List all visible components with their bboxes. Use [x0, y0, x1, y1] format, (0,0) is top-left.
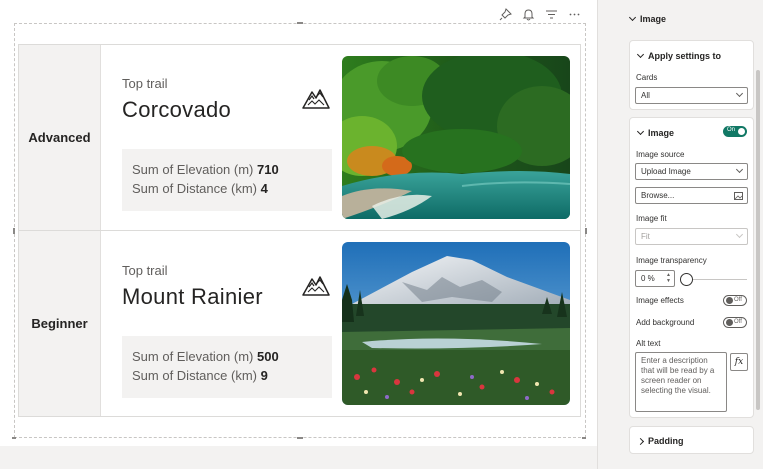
padding-card: Padding [629, 426, 754, 454]
resize-handle-top[interactable] [297, 22, 303, 24]
visual-header [499, 8, 581, 21]
format-pane: Image Apply settings to Cards All Image … [622, 0, 763, 469]
cards-dropdown[interactable]: All [635, 87, 748, 104]
image-source-dropdown[interactable]: Upload Image [635, 163, 748, 180]
metrics-box: Sum of Elevation (m) 500 Sum of Distance… [122, 336, 332, 398]
resize-handle-corner[interactable] [12, 437, 16, 439]
metrics-box: Sum of Elevation (m) 710 Sum of Distance… [122, 149, 332, 211]
metric-elevation: Sum of Elevation (m) 710 [132, 162, 279, 177]
chevron-down-icon [636, 50, 645, 59]
browse-button[interactable]: Browse... [635, 187, 748, 204]
image-section-header[interactable]: Image [628, 13, 666, 24]
cards-label: Cards [636, 73, 658, 82]
card-row[interactable]: Advanced Top trail Corcovado Sum of Elev… [18, 44, 581, 231]
metric-distance: Sum of Distance (km) 9 [132, 368, 268, 383]
resize-handle-corner[interactable] [582, 437, 586, 439]
image-source-label: Image source [636, 150, 685, 159]
chevron-down-icon [636, 127, 645, 136]
image-settings-card: Image On Image source Upload Image Brows… [629, 117, 754, 418]
resize-handle-right[interactable] [585, 228, 587, 234]
add-background-toggle[interactable]: Off [723, 317, 747, 328]
pane-scrollbar[interactable] [756, 70, 760, 410]
trail-image [342, 242, 570, 405]
image-toggle[interactable]: On [723, 126, 747, 137]
apply-settings-card: Apply settings to Cards All [629, 40, 754, 110]
chevron-down-icon [628, 13, 637, 22]
metric-elevation: Sum of Elevation (m) 500 [132, 349, 279, 364]
fx-button[interactable]: fx [730, 353, 748, 371]
card-title: Mount Rainier [122, 284, 263, 309]
rainforest-lagoon-photo [342, 56, 570, 219]
padding-header[interactable]: Padding [636, 436, 684, 446]
image-effects-toggle[interactable]: Off [723, 295, 747, 306]
card-row[interactable]: Beginner Top trail Mount Rainier Sum of … [18, 230, 581, 417]
chevron-down-icon [735, 89, 744, 98]
card-label: Top trail [122, 263, 168, 278]
report-canvas: Advanced Top trail Corcovado Sum of Elev… [0, 0, 597, 446]
category-label: Advanced [19, 45, 101, 230]
card-title: Corcovado [122, 97, 232, 122]
image-card-header[interactable]: Image [636, 127, 674, 138]
filter-icon[interactable] [545, 8, 558, 21]
canvas-bottom-bar [0, 446, 597, 469]
spinner-arrows-icon: ▲ ▼ [666, 272, 671, 284]
image-fit-dropdown[interactable]: Fit [635, 228, 748, 245]
trail-image [342, 56, 570, 219]
image-file-icon [734, 192, 743, 200]
image-transparency-label: Image transparency [636, 256, 707, 265]
chevron-right-icon [636, 437, 645, 445]
resize-handle-left[interactable] [13, 228, 15, 234]
image-fit-label: Image fit [636, 214, 667, 223]
mountain-icon [302, 276, 330, 296]
mountain-icon [302, 89, 330, 109]
image-effects-label: Image effects [636, 296, 684, 305]
metric-distance: Sum of Distance (km) 4 [132, 181, 268, 196]
transparency-spinner[interactable]: 0 % ▲ ▼ [635, 270, 675, 287]
pane-separator [597, 0, 622, 469]
chevron-down-icon [735, 165, 744, 174]
alt-text-input[interactable]: Enter a description that will be read by… [635, 352, 727, 412]
bell-icon[interactable] [522, 8, 535, 21]
alt-text-label: Alt text [636, 339, 661, 348]
pin-icon[interactable] [499, 8, 512, 21]
snowy-mountain-wildflowers-photo [342, 242, 570, 405]
add-background-label: Add background [636, 318, 695, 327]
category-label: Beginner [19, 231, 101, 416]
resize-handle-bottom[interactable] [297, 437, 303, 439]
more-options-icon[interactable] [568, 8, 581, 21]
card-label: Top trail [122, 76, 168, 91]
chevron-down-icon [735, 230, 744, 239]
apply-settings-header[interactable]: Apply settings to [636, 50, 721, 61]
transparency-slider-thumb[interactable] [680, 273, 693, 286]
